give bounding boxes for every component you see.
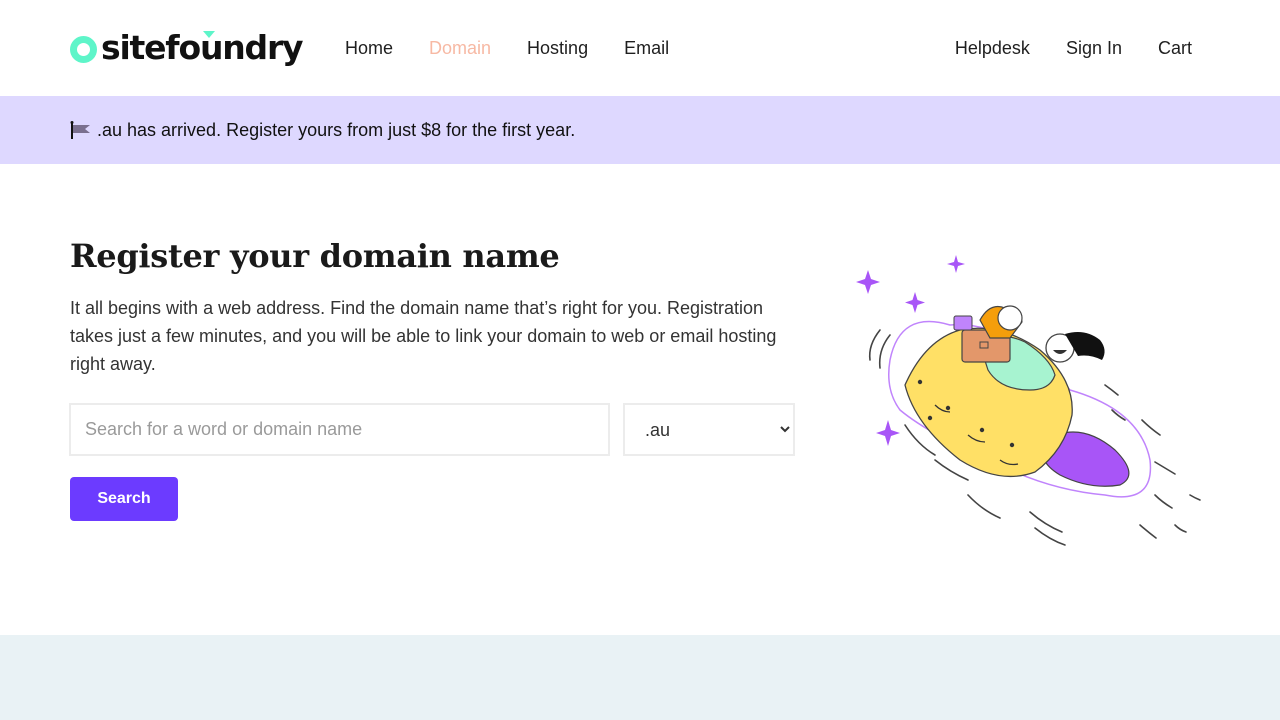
page-description: It all begins with a web address. Find t…	[70, 298, 777, 374]
page-title: Register your domain name	[70, 237, 560, 275]
banner-text: .au has arrived. Register yours from jus…	[97, 120, 576, 140]
main-nav: Home Domain Hosting Email	[345, 36, 705, 60]
sitefoundry-logo[interactable]: sitefoundry	[70, 28, 304, 68]
logo-text: sitefoundry	[101, 28, 304, 67]
search-button[interactable]: Search	[70, 477, 178, 521]
nav-item-email[interactable]: Email	[624, 36, 669, 60]
logo-accent-icon	[203, 31, 215, 38]
tld-select[interactable]: .au	[623, 403, 795, 456]
bottom-section	[0, 635, 1280, 720]
nav-item-helpdesk[interactable]: Helpdesk	[955, 36, 1030, 60]
domain-search-input[interactable]	[69, 403, 610, 456]
nav-item-hosting[interactable]: Hosting	[527, 36, 588, 60]
logo-ring-icon	[70, 35, 97, 63]
nav-item-domain[interactable]: Domain	[429, 36, 491, 60]
rocket-illustration	[856, 255, 1201, 546]
site-header: sitefoundry Home Domain Hosting Email He…	[0, 0, 1280, 96]
nav-item-sign-in[interactable]: Sign In	[1066, 36, 1122, 60]
nav-item-home[interactable]: Home	[345, 36, 393, 60]
nav-item-cart[interactable]: Cart	[1158, 36, 1192, 60]
flag-icon	[70, 121, 90, 139]
announcement-banner: .au has arrived. Register yours from jus…	[0, 96, 1280, 164]
account-nav: Helpdesk Sign In Cart	[919, 36, 1192, 60]
